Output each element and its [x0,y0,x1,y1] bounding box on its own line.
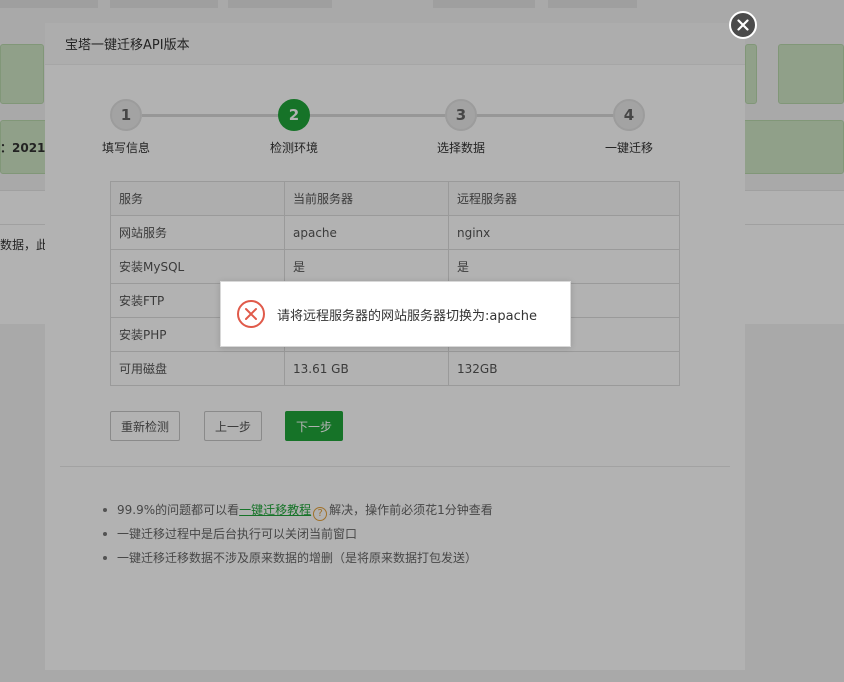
toast-message: 请将远程服务器的网站服务器切换为:apache [277,308,537,324]
close-icon [737,19,749,31]
error-toast: 请将远程服务器的网站服务器切换为:apache [220,281,571,347]
error-circle-icon [237,300,265,328]
close-button[interactable] [729,11,757,39]
